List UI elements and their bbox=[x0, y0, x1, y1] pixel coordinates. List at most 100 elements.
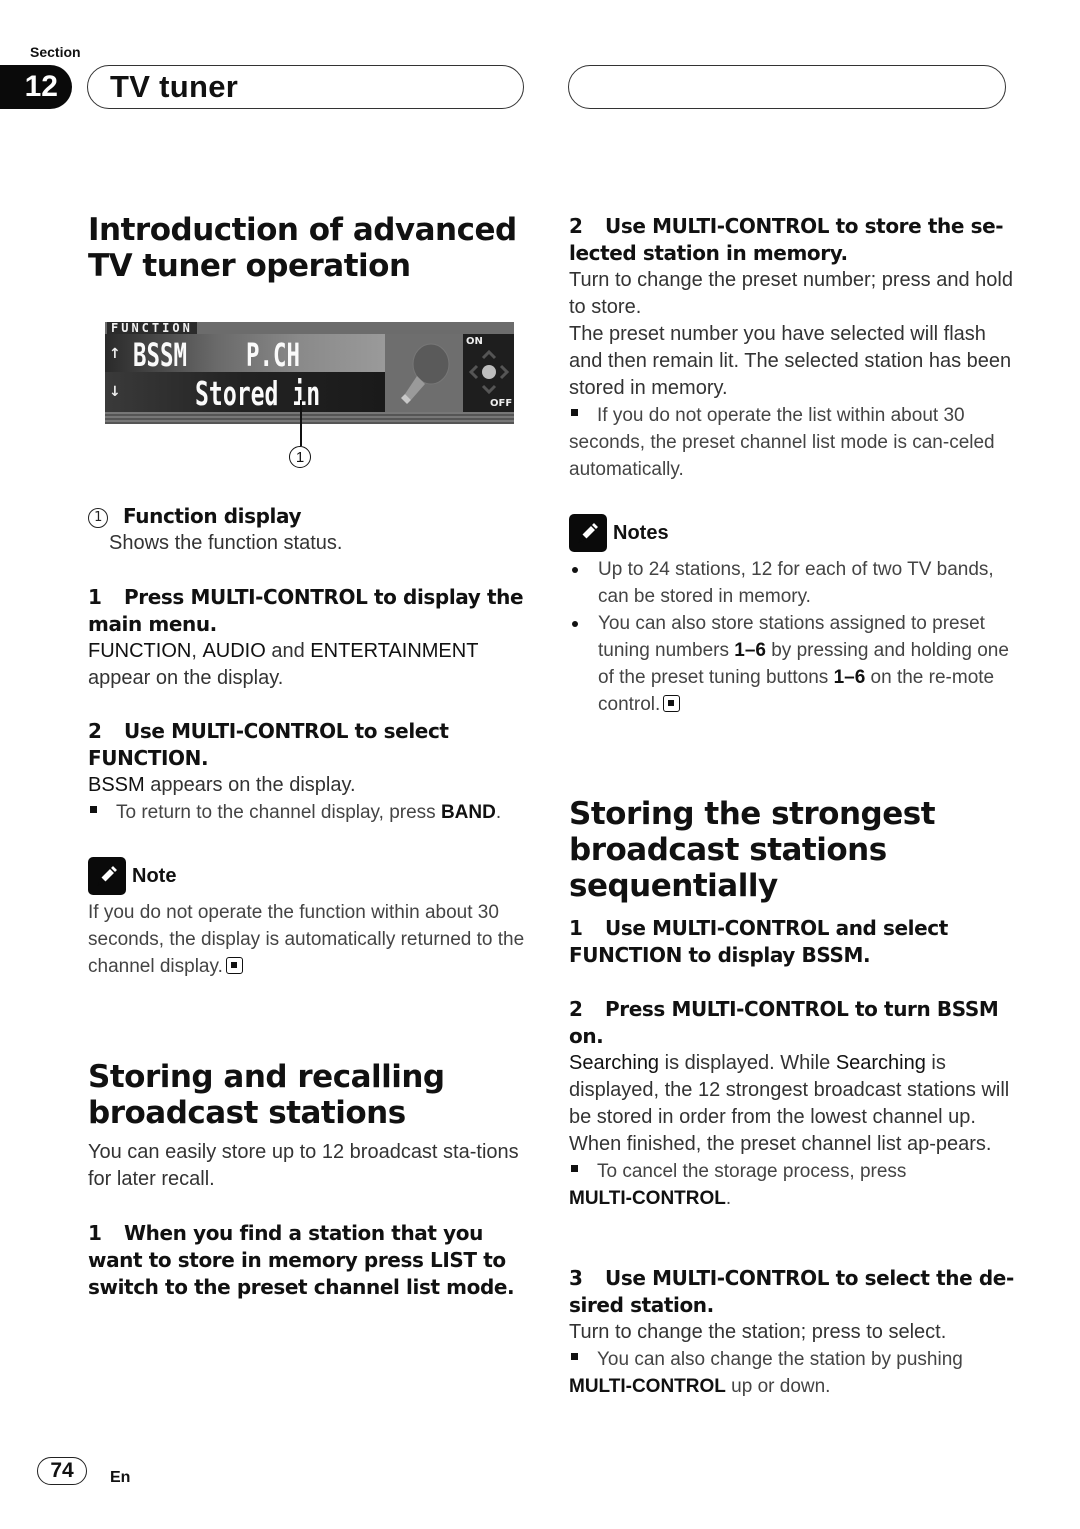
strongest-heading: Storing the strongest broadcast stations… bbox=[569, 796, 1014, 904]
entertainment-keyword: ENTERTAINMENT bbox=[310, 640, 479, 662]
storing-step-2: 2 Use MULTI-CONTROL to store the se- lect… bbox=[569, 213, 1014, 483]
lcd-function-label: FUNCTION bbox=[107, 322, 197, 334]
step-number: 1 bbox=[88, 585, 102, 609]
intro-heading: Introduction of advanced TV tuner operat… bbox=[88, 212, 528, 284]
step-number: 3 bbox=[569, 1266, 583, 1290]
preset-range: 1–6 bbox=[833, 667, 866, 688]
strongest-step-3: 3 Use MULTI-CONTROL to select the de- sir… bbox=[569, 1265, 1014, 1400]
multi-control-icon: ON OFF bbox=[463, 334, 514, 412]
step-body: appears on the display. bbox=[144, 774, 356, 796]
storing-intro: You can easily store up to 12 broadcast … bbox=[88, 1139, 528, 1193]
function-display-illustration: FUNCTION ↑ BSSM P.CH ↓ Stored in band1 O… bbox=[105, 322, 514, 424]
step-body-1: Turn to change the preset number; press … bbox=[569, 269, 1013, 318]
step-title-cont: sired station. bbox=[569, 1293, 714, 1317]
function-keyword: FUNCTION bbox=[88, 640, 192, 662]
callout-number: 1 bbox=[289, 446, 311, 468]
bullet-text: To return to the channel display, press bbox=[116, 802, 441, 823]
storing-intro-text: You can easily store up to 12 broadcast … bbox=[88, 1141, 519, 1190]
bssm-keyword: BSSM bbox=[88, 774, 145, 796]
up-arrow-icon: ↑ bbox=[109, 346, 121, 362]
storing-step-1: 1 When you find a station that you want t… bbox=[88, 1220, 528, 1301]
strongest-step-1: 1 Use MULTI-CONTROL and select FUNCTION t… bbox=[569, 915, 1014, 969]
preset-range: 1–6 bbox=[734, 640, 766, 661]
strongest-heading-line2: broadcast stations bbox=[569, 832, 887, 868]
note-title: Note bbox=[132, 864, 177, 887]
audio-keyword: AUDIO bbox=[202, 640, 266, 662]
storing-heading: Storing and recalling broadcast stations bbox=[88, 1059, 528, 1131]
lcd-row2: ↓ Stored in band1 bbox=[105, 372, 385, 424]
note-item-text: Up to 24 stations, 12 for each of two TV… bbox=[598, 559, 994, 607]
lightbulb-icon bbox=[385, 334, 463, 412]
band-keyword: BAND bbox=[440, 802, 496, 823]
step-number: 2 bbox=[569, 214, 583, 238]
and-text: and bbox=[265, 640, 311, 662]
step-title: Use MULTI-CONTROL to select the de- bbox=[605, 1266, 1014, 1290]
legend-number: 1 bbox=[88, 508, 108, 528]
lcd-bssm-text: BSSM bbox=[133, 336, 187, 374]
step-title-cont: on. bbox=[569, 1024, 604, 1048]
lcd-bottom-bar bbox=[105, 412, 514, 424]
step-number: 2 bbox=[569, 997, 583, 1021]
step-body: Turn to change the station; press to sel… bbox=[569, 1321, 947, 1343]
step-title-cont: main menu. bbox=[88, 612, 217, 636]
end-mark-icon bbox=[225, 957, 243, 974]
bullet-text: To cancel the storage process, press bbox=[597, 1161, 907, 1182]
punct: . bbox=[725, 1188, 732, 1209]
storing-heading-line2: broadcast stations bbox=[88, 1095, 406, 1131]
step-title: Press MULTI-CONTROL to turn BSSM bbox=[605, 997, 999, 1021]
bullet-text: If you do not operate the list within ab… bbox=[569, 405, 995, 480]
step-number: 1 bbox=[569, 916, 583, 940]
legend-title: Function display bbox=[123, 504, 302, 528]
strongest-step-2: 2 Press MULTI-CONTROL to turn BSSM on. Se… bbox=[569, 996, 1014, 1212]
step-body-2: The preset number you have selected will… bbox=[569, 323, 1012, 399]
step-title: Press MULTI-CONTROL to display the bbox=[124, 585, 524, 609]
step-title-cont: FUNCTION. bbox=[88, 746, 209, 770]
multi-control-keyword: MULTI-CONTROL bbox=[569, 1376, 726, 1397]
bullet-text: You can also change the station by pushi… bbox=[597, 1349, 963, 1370]
step-body: is displayed. While bbox=[659, 1052, 836, 1074]
callout-line bbox=[300, 400, 302, 446]
section-label: Section bbox=[30, 44, 81, 60]
legend-function-display: 1 Function display Shows the function sta… bbox=[88, 503, 528, 557]
section-number-badge: 12 bbox=[0, 65, 72, 109]
notes-title: Notes bbox=[613, 521, 669, 544]
off-label: OFF bbox=[490, 398, 513, 409]
section-title: TV tuner bbox=[110, 69, 239, 104]
note-block: Note If you do not operate the function … bbox=[88, 857, 528, 980]
page-number: 74 bbox=[37, 1457, 87, 1485]
step-title-cont: FUNCTION to display BSSM. bbox=[569, 943, 871, 967]
step-title-cont: lected station in memory. bbox=[569, 241, 848, 265]
section-title-pill: TV tuner bbox=[87, 65, 524, 109]
step-title: Use MULTI-CONTROL to select bbox=[124, 719, 449, 743]
step-title: When you find a station that you want to… bbox=[88, 1221, 515, 1299]
lcd-pch-text: P.CH bbox=[246, 336, 300, 374]
intro-heading-line1: Introduction of advanced bbox=[88, 212, 517, 248]
step-number: 1 bbox=[88, 1221, 102, 1245]
note-item: Up to 24 stations, 12 for each of two TV… bbox=[569, 556, 1014, 610]
step-title: Use MULTI-CONTROL to store the se- bbox=[605, 214, 1004, 238]
searching-keyword: Searching bbox=[569, 1052, 660, 1074]
bullet-text: up or down. bbox=[725, 1376, 831, 1397]
language-label: En bbox=[110, 1469, 131, 1486]
step-number: 2 bbox=[88, 719, 102, 743]
multi-control-keyword: MULTI-CONTROL bbox=[569, 1188, 726, 1209]
notes-block: Notes Up to 24 stations, 12 for each of … bbox=[569, 514, 1014, 718]
punct: . bbox=[495, 802, 502, 823]
step-body: appear on the display. bbox=[88, 667, 284, 689]
step-title: Use MULTI-CONTROL and select bbox=[605, 916, 948, 940]
pencil-note-icon bbox=[569, 514, 607, 552]
intro-step-2: 2 Use MULTI-CONTROL to select FUNCTION. B… bbox=[88, 718, 528, 826]
storing-heading-line1: Storing and recalling bbox=[88, 1059, 445, 1095]
strongest-heading-line3: sequentially bbox=[569, 868, 778, 904]
intro-step-1: 1 Press MULTI-CONTROL to display the main… bbox=[88, 584, 528, 692]
note-item: You can also store stations assigned to … bbox=[569, 610, 1014, 718]
note-text: If you do not operate the function withi… bbox=[88, 902, 525, 977]
end-mark-icon bbox=[663, 695, 681, 712]
empty-header-pill bbox=[568, 65, 1006, 109]
strongest-heading-line1: Storing the strongest bbox=[569, 796, 936, 832]
down-arrow-icon: ↓ bbox=[109, 384, 121, 400]
separator: , bbox=[191, 640, 203, 662]
searching-keyword: Searching bbox=[835, 1052, 926, 1074]
legend-description: Shows the function status. bbox=[109, 532, 343, 554]
intro-heading-line2: TV tuner operation bbox=[88, 248, 411, 284]
